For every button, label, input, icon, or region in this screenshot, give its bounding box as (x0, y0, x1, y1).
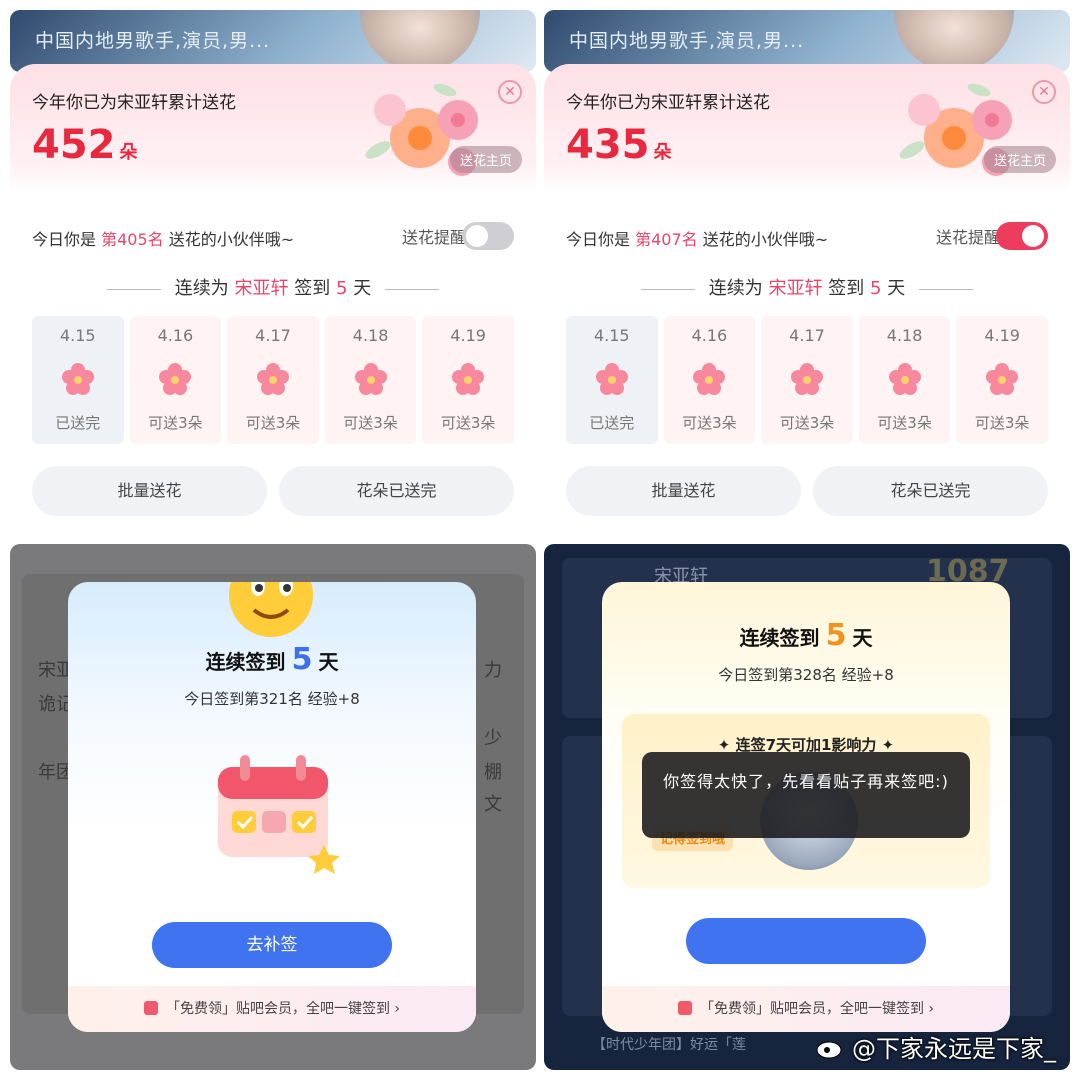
flower-icon (452, 363, 485, 395)
flower-sheet: 今年你已为宋亚轩累计送花 452 朵 ✕ 送花主页 今日你是 第405名 送花的小… (10, 64, 536, 536)
flower-remind-toggle[interactable] (462, 222, 514, 250)
flower-count: 452 朵 (32, 122, 138, 168)
flower-home-button[interactable]: 送花主页 (449, 146, 522, 173)
signin-streak-title: 连续签到 5 天 (739, 618, 873, 653)
smiley-pencil-icon (229, 582, 313, 637)
flower-icon (61, 363, 94, 395)
flowers-done-button[interactable]: 花朵已送完 (279, 466, 514, 516)
yearly-flower-title: 今年你已为宋亚轩累计送花 (566, 93, 770, 113)
celebrity-desc: 中国内地男歌手,演员,男... (569, 30, 805, 52)
gift-icon (677, 1001, 692, 1015)
day-card[interactable]: 4.16 可送3朵 (129, 316, 222, 444)
flower-panel-right: 中国内地男歌手,演员,男... 今年你已为宋亚轩累计送花 435 朵 ✕ 送花主页… (544, 10, 1070, 536)
flower-remind-toggle[interactable] (996, 222, 1048, 250)
close-button[interactable]: ✕ (498, 80, 522, 104)
signin-rank: 今日签到第328名 经验+8 (718, 666, 894, 684)
yearly-flower-title: 今年你已为宋亚轩累计送花 (32, 93, 236, 113)
flower-home-button[interactable]: 送花主页 (983, 146, 1056, 173)
flower-count: 435 朵 (566, 122, 672, 168)
day-card[interactable]: 4.15 已送完 (566, 316, 658, 444)
toast-message: 你签得太快了，先看看贴子再来签吧:) (642, 752, 970, 838)
signin-popup-right: 宋亚轩 1087 【时代少年团】好运「莲 连续签到 5 天 今日签到第328名 经验… (544, 544, 1070, 1070)
flower-icon (693, 363, 726, 395)
celebrity-header: 中国内地男歌手,演员,男... (544, 10, 1070, 72)
day-card[interactable]: 4.16 可送3朵 (663, 316, 756, 444)
day-card[interactable]: 4.17 可送3朵 (227, 316, 319, 444)
day-card[interactable]: 4.19 可送3朵 (956, 316, 1048, 444)
celebrity-desc: 中国内地男歌手,演员,男... (35, 30, 271, 52)
signin-streak-title: 连续签到 5 天 (205, 642, 339, 677)
signin-rank: 今日签到第321名 经验+8 (184, 690, 360, 708)
makeup-signin-button[interactable]: 去补签 (152, 922, 392, 968)
flower-remind-label: 送花提醒 (935, 228, 1000, 247)
day-list: 4.15 已送完 4.16 可送3朵 4.17 可送3朵 4.18 可送3朵 4.19 可… (32, 316, 514, 444)
daily-rank: 今日你是 第405名 送花的小伙伴哦~ (32, 230, 295, 249)
celebrity-photo (894, 10, 1014, 72)
flower-icon (159, 363, 192, 395)
flower-icon (354, 363, 387, 395)
daily-rank: 今日你是 第407名 送花的小伙伴哦~ (566, 230, 829, 249)
flower-icon (790, 363, 823, 395)
flowers-done-button[interactable]: 花朵已送完 (813, 466, 1048, 516)
gift-icon (143, 1001, 158, 1015)
streak-line: 连续为 宋亚轩 签到 5 天 (544, 274, 1070, 300)
day-card[interactable]: 4.19 可送3朵 (422, 316, 514, 444)
flower-icon (256, 363, 289, 395)
flower-sheet: 今年你已为宋亚轩累计送花 435 朵 ✕ 送花主页 今日你是 第407名 送花的小… (544, 64, 1070, 536)
celebrity-header: 中国内地男歌手,演员,男... (10, 10, 536, 72)
day-card[interactable]: 4.18 可送3朵 (858, 316, 951, 444)
flower-icon (595, 363, 628, 395)
weibo-icon (816, 1041, 842, 1059)
flower-icon (986, 363, 1019, 395)
day-list: 4.15 已送完 4.16 可送3朵 4.17 可送3朵 4.18 可送3朵 4.19 可… (566, 316, 1048, 444)
signin-popup-left: 宋亚 诡记 年团 力 少 棚 文 连续签到 5 天 今日签到第321名 经验+8 去… (10, 544, 536, 1070)
celebrity-photo (360, 10, 480, 72)
watermark: @下家永远是下家_ (816, 1029, 1056, 1064)
batch-send-button[interactable]: 批量送花 (566, 466, 801, 516)
day-card[interactable]: 4.17 可送3朵 (761, 316, 853, 444)
member-promo-link[interactable]: 「免费领」贴吧会员，全吧一键签到 › (602, 986, 1010, 1032)
flower-remind-label: 送花提醒 (401, 228, 466, 247)
close-button[interactable]: ✕ (1032, 80, 1056, 104)
member-promo-link[interactable]: 「免费领」贴吧会员，全吧一键签到 › (68, 986, 476, 1032)
streak-line: 连续为 宋亚轩 签到 5 天 (10, 274, 536, 300)
flower-icon (888, 363, 921, 395)
day-card[interactable]: 4.15 已送完 (32, 316, 124, 444)
calendar-check-icon (218, 755, 340, 874)
signin-button[interactable] (686, 918, 926, 964)
signin-modal: 连续签到 5 天 今日签到第321名 经验+8 去补签 「免费领」贴吧会员，全吧一键… (68, 582, 476, 1032)
batch-send-button[interactable]: 批量送花 (32, 466, 267, 516)
flower-panel-left: 中国内地男歌手,演员,男... 今年你已为宋亚轩累计送花 452 朵 ✕ 送花主页… (10, 10, 536, 536)
day-card[interactable]: 4.18 可送3朵 (324, 316, 417, 444)
